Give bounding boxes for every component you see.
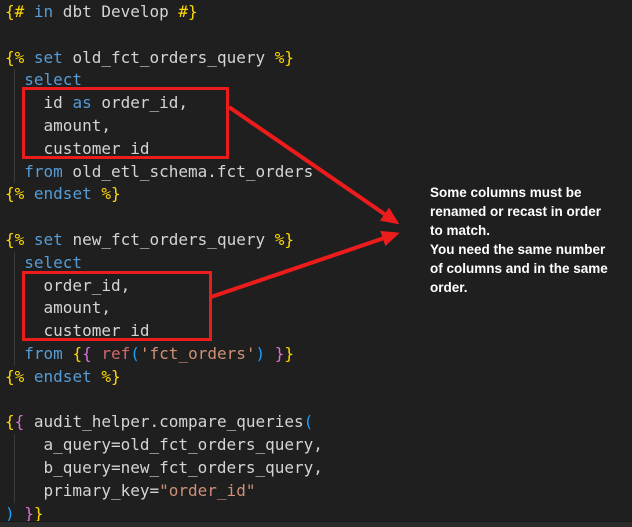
code-token — [24, 48, 34, 67]
code-line: from {{ ref('fct_orders') }} — [5, 343, 323, 366]
code-token: { — [72, 344, 82, 363]
code-token: from — [24, 344, 63, 363]
code-token: a_query=old_fct_orders_query, — [5, 435, 323, 454]
code-editor[interactable]: {# in dbt Develop #} {% set old_fct_orde… — [5, 1, 323, 525]
code-line: from old_etl_schema.fct_orders — [5, 161, 323, 184]
code-token: ( — [304, 412, 314, 431]
code-token: %} — [275, 48, 294, 67]
code-token: %} — [275, 230, 294, 249]
code-token: {% — [5, 48, 24, 67]
code-line: {% set old_fct_orders_query %} — [5, 47, 323, 70]
code-token — [5, 162, 24, 181]
code-token: { — [82, 344, 92, 363]
code-token: new_fct_orders_query — [63, 230, 275, 249]
code-line: {% endset %} — [5, 183, 323, 206]
code-token — [63, 344, 73, 363]
code-token: select — [24, 253, 82, 272]
code-token — [24, 184, 34, 203]
code-token: { — [15, 412, 25, 431]
code-token — [5, 253, 24, 272]
horizontal-scrollbar-track[interactable] — [0, 521, 632, 527]
code-token: old_etl_schema.fct_orders — [63, 162, 313, 181]
code-token: "order_id" — [159, 481, 255, 500]
annotation-note-line: of columns and in the same — [430, 259, 628, 278]
code-line: {# in dbt Develop #} — [5, 1, 323, 24]
code-token: %} — [101, 367, 120, 386]
code-line: {% endset %} — [5, 366, 323, 389]
code-token — [92, 344, 102, 363]
code-token: set — [34, 48, 63, 67]
code-token: ) — [256, 344, 266, 363]
code-token: audit_helper.compare_queries — [24, 412, 303, 431]
code-token: endset — [34, 184, 92, 203]
code-token: primary_key= — [5, 481, 159, 500]
code-token: ( — [130, 344, 140, 363]
code-token: } — [24, 504, 34, 523]
code-token: {% — [5, 367, 24, 386]
annotation-box-new-columns — [22, 271, 212, 341]
code-line: a_query=old_fct_orders_query, — [5, 434, 323, 457]
code-token: {% — [5, 230, 24, 249]
annotation-note-line: order. — [430, 278, 628, 297]
code-token — [5, 344, 24, 363]
code-token: } — [284, 344, 294, 363]
code-token: ref — [101, 344, 130, 363]
code-token — [92, 367, 102, 386]
code-token: from — [24, 162, 63, 181]
code-token: dbt Develop — [53, 2, 178, 21]
code-token — [92, 184, 102, 203]
code-token: endset — [34, 367, 92, 386]
annotation-note-line: to match. — [430, 221, 628, 240]
annotation-note-line: Some columns must be — [430, 183, 628, 202]
code-token: } — [275, 344, 285, 363]
code-token: b_query=new_fct_orders_query, — [5, 458, 323, 477]
annotation-box-old-columns — [22, 87, 229, 159]
code-token: ) — [5, 504, 15, 523]
editor-screenshot: {# in dbt Develop #} {% set old_fct_orde… — [0, 0, 632, 527]
code-token: {% — [5, 184, 24, 203]
code-line — [5, 24, 323, 47]
code-token — [24, 230, 34, 249]
code-token: 'fct_orders' — [140, 344, 256, 363]
code-token: %} — [101, 184, 120, 203]
code-token: } — [34, 504, 44, 523]
code-token — [24, 2, 34, 21]
code-token — [24, 367, 34, 386]
code-token: old_fct_orders_query — [63, 48, 275, 67]
code-token: in — [34, 2, 53, 21]
annotation-note: Some columns must berenamed or recast in… — [430, 183, 628, 297]
code-token — [15, 504, 25, 523]
annotation-note-line: You need the same number — [430, 240, 628, 259]
code-token: set — [34, 230, 63, 249]
code-token: { — [5, 412, 15, 431]
code-token: {# — [5, 2, 24, 21]
code-line: {% set new_fct_orders_query %} — [5, 229, 323, 252]
code-line: b_query=new_fct_orders_query, — [5, 457, 323, 480]
code-line — [5, 389, 323, 412]
annotation-note-line: renamed or recast in order — [430, 202, 628, 221]
code-line: {{ audit_helper.compare_queries( — [5, 411, 323, 434]
code-token — [265, 344, 275, 363]
code-line — [5, 206, 323, 229]
code-token: #} — [178, 2, 197, 21]
code-line: primary_key="order_id" — [5, 480, 323, 503]
